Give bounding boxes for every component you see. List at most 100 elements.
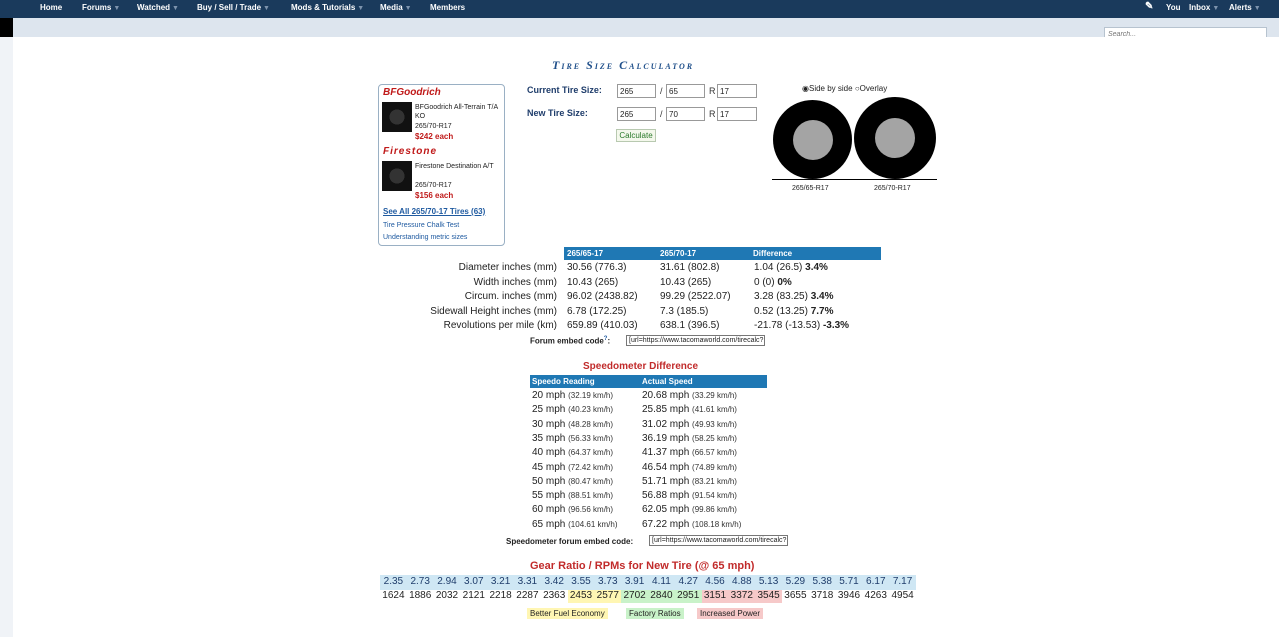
- col-difference: Difference: [753, 249, 793, 258]
- speedo-kmh: (40.23 km/h): [568, 405, 614, 415]
- value-new: 638.1 (396.5): [660, 320, 720, 331]
- speedo-mph: 55 mph: [532, 490, 566, 502]
- nav-media[interactable]: Media ▼: [380, 3, 412, 12]
- new-rim-input[interactable]: 17: [717, 107, 757, 121]
- actual-speed: 67.22 mph (108.18 km/h): [642, 519, 741, 530]
- actual-kmh: (41.61 km/h): [692, 405, 737, 415]
- nav-forums[interactable]: Forums ▼: [82, 3, 120, 12]
- overlay-label[interactable]: Overlay: [860, 84, 888, 93]
- current-width-input[interactable]: 265: [617, 84, 656, 98]
- forum-embed-input[interactable]: [url=https://www.tacomaworld.com/tirecal…: [626, 335, 765, 346]
- actual-speed: 62.05 mph (99.86 km/h): [642, 504, 737, 515]
- gear-rpm-cell: 2840: [648, 590, 675, 603]
- gear-rpm-cell: 3718: [811, 590, 834, 601]
- gear-ratio-cell: 3.31: [514, 576, 541, 587]
- see-all-link[interactable]: See All 265/70-17 Tires (63): [383, 207, 485, 216]
- row-label: Diameter inches (mm): [458, 262, 557, 273]
- speedo-reading: 20 mph (32.19 km/h): [532, 390, 613, 401]
- speedo-kmh: (72.42 km/h): [568, 462, 614, 472]
- gear-rpm-cell: 1624: [382, 590, 405, 601]
- chevron-down-icon: ▼: [1253, 5, 1261, 12]
- tire-visual: ◉Side by side ○Overlay 265/65-R17 265/70…: [772, 83, 937, 199]
- gear-ratio-cell: 3.07: [460, 576, 488, 587]
- gear-rpm-cell: 2287: [516, 590, 539, 601]
- calculate-button[interactable]: Calculate: [616, 129, 656, 142]
- tire-image[interactable]: [382, 161, 412, 191]
- gear-rpm-cell: 2702: [621, 590, 648, 603]
- gear-rpm-cell: 2032: [435, 590, 459, 601]
- speedo-header: Speedo Reading Actual Speed: [530, 375, 767, 388]
- speedo-embed-input[interactable]: [url=https://www.tacomaworld.com/tirecal…: [649, 535, 788, 546]
- value-current: 96.02 (2438.82): [567, 291, 638, 302]
- rim-r: R: [709, 109, 716, 119]
- speedo-mph: 60 mph: [532, 504, 566, 516]
- current-tire-label: Current Tire Size:: [527, 85, 602, 95]
- gear-ratio-cell: 5.29: [782, 576, 809, 587]
- tire1-name[interactable]: BFGoodrich All-Terrain T/A KO: [415, 103, 503, 121]
- current-tire-drawing: [773, 100, 852, 179]
- nav-inbox[interactable]: Inbox ▼: [1189, 3, 1219, 12]
- tire-image[interactable]: [382, 102, 412, 132]
- gear-rpm-cell: 2218: [489, 590, 512, 601]
- diff-amount: 3.28 (83.25): [754, 291, 808, 302]
- tire1-price: $242 each: [415, 132, 454, 141]
- actual-speed: 36.19 mph (58.25 km/h): [642, 433, 737, 444]
- speedo-mph: 25 mph: [532, 404, 566, 416]
- actual-speed: 25.85 mph (41.61 km/h): [642, 404, 737, 415]
- nav-alerts[interactable]: Alerts ▼: [1229, 3, 1261, 12]
- actual-kmh: (108.18 km/h): [692, 519, 742, 529]
- nav-home[interactable]: Home: [40, 3, 62, 12]
- row-label: Sidewall Height inches (mm): [430, 305, 557, 317]
- gear-ratio-cell: 4.11: [648, 576, 675, 587]
- value-current: 6.78 (172.25): [567, 305, 627, 317]
- nav-you[interactable]: You: [1166, 3, 1181, 12]
- current-tire-caption: 265/65-R17: [792, 185, 829, 192]
- chalk-test-link[interactable]: Tire Pressure Chalk Test: [383, 222, 459, 229]
- side-by-side-radio[interactable]: ◉: [802, 84, 809, 93]
- diff-percent: 3.4%: [810, 291, 834, 302]
- side-by-side-label[interactable]: Side by side: [809, 84, 853, 93]
- speedo-reading: 50 mph (80.47 km/h): [532, 476, 613, 487]
- value-new: 7.3 (185.5): [660, 305, 709, 317]
- chevron-down-icon: ▼: [357, 5, 365, 12]
- metric-sizes-link[interactable]: Understanding metric sizes: [383, 234, 467, 241]
- speedo-mph: 65 mph: [532, 518, 566, 530]
- chevron-down-icon: ▼: [113, 5, 121, 12]
- diff-percent: 3.4%: [805, 262, 828, 273]
- speedo-title: Speedometer Difference: [583, 361, 699, 372]
- new-width-input[interactable]: 265: [617, 107, 656, 121]
- speedo-kmh: (56.33 km/h): [568, 433, 614, 443]
- new-tire-label: New Tire Size:: [527, 108, 588, 118]
- diff-amount: 1.04 (26.5): [754, 262, 803, 273]
- compose-icon[interactable]: ✎: [1145, 1, 1153, 12]
- diff-amount: 0 (0): [754, 276, 775, 288]
- nav-mods-tutorials[interactable]: Mods & Tutorials ▼: [291, 3, 364, 12]
- gear-rpm-cell: 3655: [784, 590, 807, 601]
- diff-percent: 0%: [777, 276, 792, 288]
- nav-buy-sell-trade[interactable]: Buy / Sell / Trade ▼: [197, 3, 270, 12]
- tire2-name[interactable]: Firestone Destination A/T: [415, 162, 503, 171]
- wheel-hub: [875, 118, 915, 158]
- gear-title: Gear Ratio / RPMs for New Tire (@ 65 mph…: [530, 560, 755, 572]
- gear-ratio-cell: 5.38: [808, 576, 836, 587]
- gear-ratio-cell: 7.17: [889, 576, 916, 587]
- actual-kmh: (83.21 km/h): [692, 476, 737, 486]
- ground-line: [772, 179, 937, 180]
- col-current: 265/65-17: [567, 249, 604, 258]
- actual-speed: 51.71 mph (83.21 km/h): [642, 476, 737, 487]
- current-rim-input[interactable]: 17: [717, 84, 757, 98]
- nav-members[interactable]: Members: [430, 3, 465, 12]
- value-current: 659.89 (410.03): [567, 320, 638, 331]
- speedo-mph: 45 mph: [532, 461, 566, 473]
- firestone-logo: Firestone: [383, 146, 438, 157]
- diff-amount: 0.52 (13.25): [754, 305, 808, 317]
- actual-mph: 51.71 mph: [642, 475, 690, 487]
- current-aspect-input[interactable]: 65: [666, 84, 705, 98]
- speedo-kmh: (48.28 km/h): [568, 419, 614, 429]
- speedo-kmh: (96.56 km/h): [568, 505, 614, 515]
- new-aspect-input[interactable]: 70: [666, 107, 705, 121]
- col-actual: Actual Speed: [642, 377, 693, 386]
- gear-ratio-cell: 4.88: [728, 576, 756, 587]
- nav-watched[interactable]: Watched ▼: [137, 3, 179, 12]
- speedo-kmh: (80.47 km/h): [568, 476, 614, 486]
